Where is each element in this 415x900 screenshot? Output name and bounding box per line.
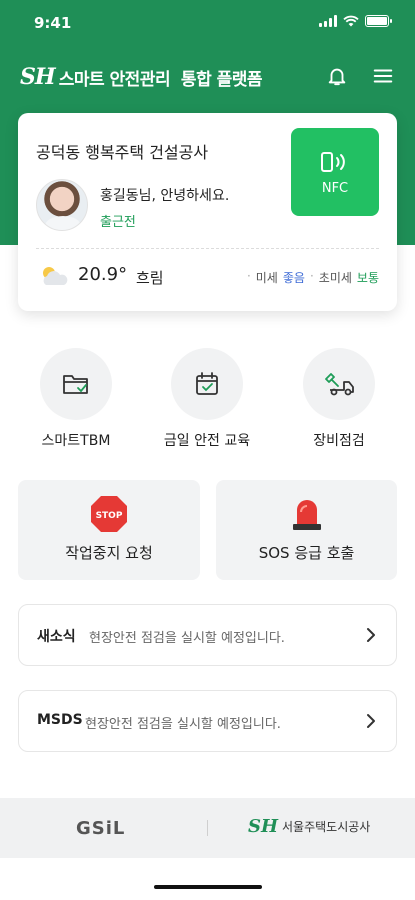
home-indicator — [154, 885, 262, 889]
chevron-right-icon — [367, 714, 375, 728]
avatar — [36, 179, 88, 231]
siren-icon — [292, 500, 321, 530]
sh-logo-mark: SH — [248, 816, 279, 837]
ultrafine-dust-label: 초미세 — [318, 271, 352, 285]
app-bar: SH 스마트 안전관리 통합 플랫폼 — [0, 58, 415, 98]
truck-wrench-icon — [325, 373, 354, 396]
temperature: 20.9° — [78, 264, 128, 285]
fine-dust-label: 미세 — [255, 271, 278, 285]
tile-label: SOS 응급 호출 — [258, 544, 355, 562]
card-divider — [36, 248, 379, 249]
signal-icon — [319, 15, 337, 27]
nfc-icon — [321, 151, 345, 172]
air-quality: · 미세 좋음 · 초미세 보통 — [246, 269, 379, 285]
greeting-text: 홍길동님, 안녕하세요. — [100, 188, 230, 204]
sos-emergency-call-button[interactable]: SOS 응급 호출 — [216, 480, 397, 580]
work-stop-request-button[interactable]: STOP 작업중지 요청 — [18, 480, 200, 580]
nfc-button[interactable]: NFC — [291, 128, 379, 216]
stop-sign-icon: STOP — [91, 496, 127, 532]
ultrafine-dust-value: 보통 — [356, 271, 379, 285]
calendar-check-icon — [196, 372, 218, 395]
fine-dust-value: 좋음 — [282, 271, 305, 285]
cloudy-weather-icon — [43, 267, 68, 285]
hamburger-menu-icon[interactable] — [371, 64, 395, 88]
footer-partners: GSiL SH 서울주택도시공사 — [0, 798, 415, 858]
status-time: 9:41 — [34, 14, 72, 32]
app-bar-actions — [325, 64, 395, 88]
notice-news[interactable]: 새소식 현장안전 점검을 실시할 예정입니다. — [18, 604, 397, 666]
notice-tag: MSDS — [37, 712, 83, 728]
notice-text: 현장안전 점검을 실시할 예정입니다. — [85, 717, 281, 732]
app-logo: SH 스마트 안전관리 통합 플랫폼 — [20, 64, 263, 90]
quick-menu-equipment-check[interactable]: 장비점검 — [284, 348, 394, 450]
footer-divider — [207, 820, 208, 836]
quick-menu-label: 금일 안전 교육 — [163, 433, 251, 449]
notice-tag: 새소식 — [37, 629, 76, 645]
notice-text: 현장안전 점검을 실시할 예정입니다. — [89, 631, 285, 646]
site-card: 공덕동 행복주택 건설공사 홍길동님, 안녕하세요. 출근전 NFC 20.9°… — [18, 113, 397, 311]
chevron-right-icon — [367, 628, 375, 642]
app-screen: 9:41 SH 스마트 안전관리 통합 플랫폼 공덕동 행복주택 건설공사 홍길… — [0, 0, 415, 900]
sh-corporation-logo: SH 서울주택도시공사 — [248, 816, 370, 837]
quick-menu-safety-education[interactable]: 금일 안전 교육 — [152, 348, 262, 450]
folder-check-icon — [63, 375, 88, 394]
quick-menu: 스마트TBM 금일 안전 교육 장비점검 — [0, 348, 415, 458]
status-bar: 9:41 — [0, 0, 415, 48]
quick-menu-smart-tbm[interactable]: 스마트TBM — [21, 348, 131, 450]
tile-label: 작업중지 요청 — [65, 544, 153, 562]
quick-menu-label: 스마트TBM — [41, 433, 111, 449]
svg-text:STOP: STOP — [96, 511, 123, 521]
nfc-label: NFC — [321, 180, 349, 196]
app-title: 스마트 안전관리 통합 플랫폼 — [58, 69, 263, 90]
gsil-logo: GSiL — [76, 818, 126, 839]
sh-logo-mark: SH — [20, 64, 56, 90]
commute-status: 출근전 — [100, 215, 136, 230]
notice-msds[interactable]: MSDS 현장안전 점검을 실시할 예정입니다. — [18, 690, 397, 752]
wifi-icon — [343, 15, 359, 27]
sky-condition: 흐림 — [136, 269, 164, 287]
sh-corporation-name: 서울주택도시공사 — [282, 820, 371, 834]
battery-icon — [365, 15, 392, 27]
site-name: 공덕동 행복주택 건설공사 — [36, 143, 209, 162]
notification-bell-icon[interactable] — [325, 64, 349, 88]
quick-menu-label: 장비점검 — [313, 433, 365, 449]
status-icons — [319, 15, 392, 27]
